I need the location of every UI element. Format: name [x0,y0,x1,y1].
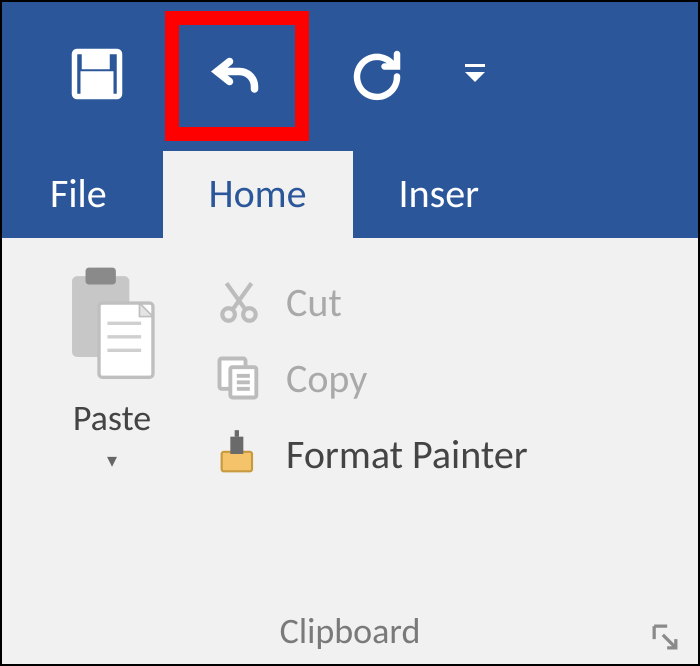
ribbon-tabs: File Home Inser [2,150,698,238]
copy-icon [210,352,268,404]
cut-label: Cut [286,278,342,327]
tab-file[interactable]: File [2,151,163,238]
format-painter-button[interactable]: Format Painter [210,428,528,480]
copy-label: Copy [286,354,367,403]
paste-dropdown-arrow[interactable]: ▾ [107,448,117,473]
format-painter-icon [210,428,268,480]
cut-icon [210,276,268,328]
customize-dropdown-icon [461,62,489,91]
ribbon: Paste ▾ Cut [2,238,698,664]
clipboard-group-name: Clipboard [280,609,421,653]
copy-button[interactable]: Copy [210,352,528,404]
paste-label: Paste [73,396,151,440]
undo-button[interactable] [179,25,295,127]
undo-highlight-box [165,11,309,141]
save-icon [67,44,127,109]
paste-button[interactable]: Paste ▾ [42,258,182,604]
clipboard-actions: Cut Copy [182,258,528,604]
quick-access-toolbar [2,2,698,150]
redo-button[interactable] [337,36,417,116]
undo-icon [207,44,267,109]
save-button[interactable] [57,36,137,116]
tab-home[interactable]: Home [163,151,353,238]
clipboard-group-body: Paste ▾ Cut [2,238,698,604]
paste-icon [60,266,165,384]
tab-insert[interactable]: Inser [353,151,480,238]
format-painter-label: Format Painter [286,430,528,479]
clipboard-group-footer: Clipboard [2,604,698,664]
dialog-launcher-icon [652,636,678,655]
cut-button[interactable]: Cut [210,276,528,328]
clipboard-group: Paste ▾ Cut [2,238,698,664]
customize-qat-button[interactable] [455,56,495,96]
clipboard-dialog-launcher[interactable] [652,624,678,650]
chevron-down-icon: ▾ [107,449,117,473]
redo-icon [347,44,407,109]
